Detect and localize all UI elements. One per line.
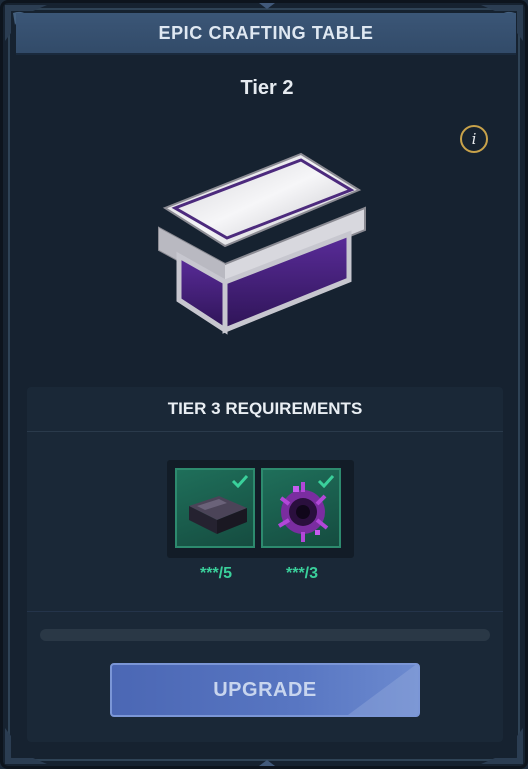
check-icon [317, 474, 335, 488]
upgrade-progress-bar [40, 629, 490, 641]
crafting-table-window: EPIC CRAFTING TABLE Tier 2 i TIER 3 REQU… [0, 0, 528, 769]
divider [27, 611, 503, 612]
check-icon [231, 474, 249, 488]
bottom-ornament [239, 760, 295, 766]
info-glyph: i [471, 130, 477, 148]
info-icon[interactable]: i [460, 125, 488, 153]
requirement-count: ***/5 [199, 565, 233, 582]
requirements-title: TIER 3 REQUIREMENTS [27, 387, 503, 432]
button-texture [348, 665, 418, 715]
requirements-panel: TIER 3 REQUIREMENTS ***/5 ***/3 UPGRADE [27, 387, 503, 742]
current-tier-label: Tier 2 [240, 77, 294, 99]
window-title: EPIC CRAFTING TABLE [158, 22, 374, 43]
upgrade-button[interactable]: UPGRADE [110, 663, 420, 717]
title-bar: EPIC CRAFTING TABLE [16, 13, 516, 55]
top-ornament [239, 3, 295, 9]
requirement-count: ***/3 [285, 565, 319, 582]
upgrade-button-label: UPGRADE [213, 678, 317, 701]
requirement-slot-obsidian-ingot[interactable] [175, 468, 255, 548]
requirement-items [167, 460, 354, 558]
crafting-table-image [158, 152, 366, 335]
requirement-slot-void-essence[interactable] [261, 468, 341, 548]
